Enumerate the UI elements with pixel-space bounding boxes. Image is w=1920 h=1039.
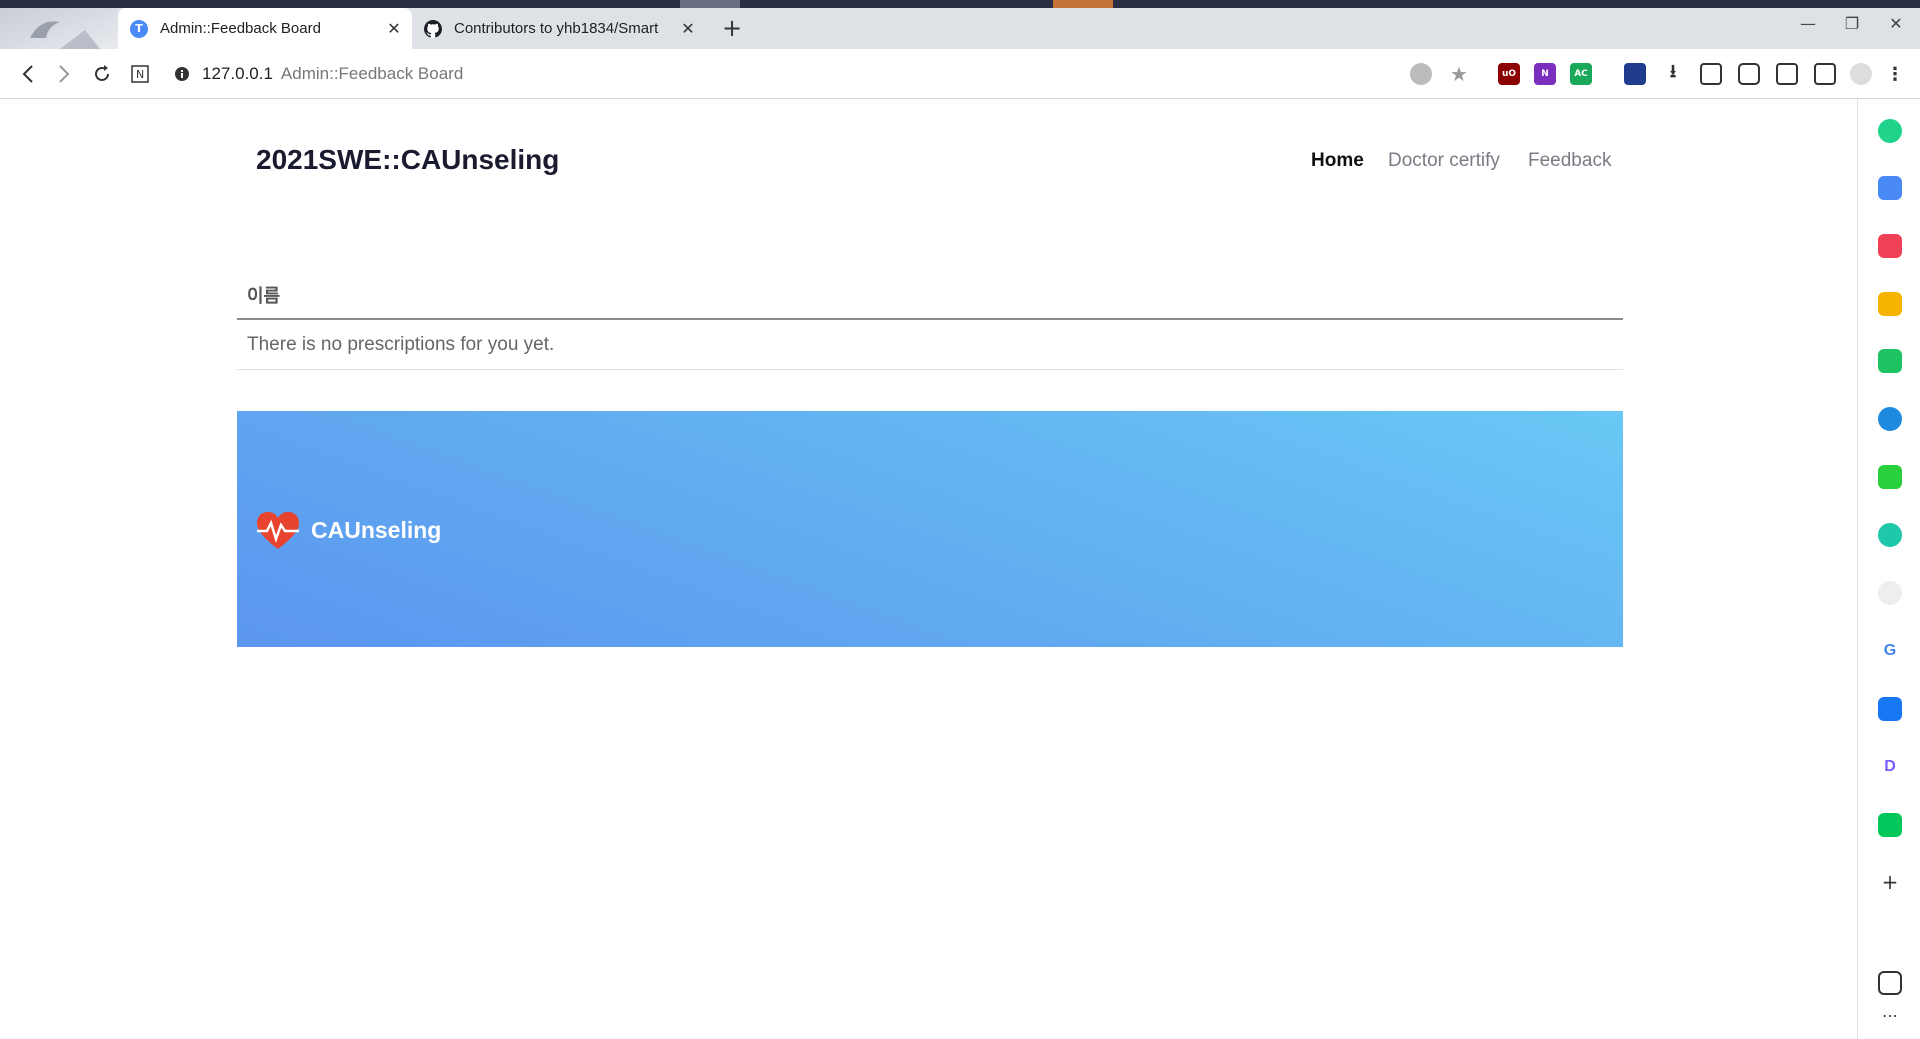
tab-close-icon[interactable]: ✕ xyxy=(382,19,406,38)
tab-bar-decoration xyxy=(0,8,118,49)
sidebar-app-icon[interactable] xyxy=(1878,119,1902,143)
heart-pulse-icon xyxy=(257,512,299,549)
table-empty-row: There is no prescriptions for you yet. xyxy=(237,320,1623,370)
translate-flag-icon[interactable] xyxy=(1624,63,1646,85)
site-brand[interactable]: 2021SWE::CAUnseling xyxy=(256,144,559,176)
reload-icon xyxy=(95,65,109,81)
sidebar-play-icon[interactable] xyxy=(1878,523,1902,547)
reader-icon[interactable] xyxy=(1776,63,1798,85)
browser-toolbar: N 127.0.0.1 Admin::Feedback Board ★ uO N… xyxy=(0,49,1920,99)
tab-close-icon[interactable]: ✕ xyxy=(676,19,700,38)
address-host: 127.0.0.1 xyxy=(202,64,273,83)
sidebar-panel-toggle-icon[interactable] xyxy=(1878,971,1902,995)
svg-text:N: N xyxy=(136,68,144,81)
new-tab-button[interactable]: + xyxy=(718,14,746,42)
tab-admin-feedback[interactable]: T Admin::Feedback Board ✕ xyxy=(118,8,412,49)
download-icon[interactable]: ⭳ xyxy=(1662,61,1684,85)
sidebar-line-icon[interactable] xyxy=(1878,465,1902,489)
onenote-icon[interactable]: N xyxy=(1534,63,1556,85)
forward-button[interactable] xyxy=(50,60,78,88)
bookmark-star-icon[interactable]: ★ xyxy=(1448,62,1470,86)
camera-icon[interactable] xyxy=(1738,63,1760,85)
nav-feedback[interactable]: Feedback xyxy=(1528,150,1611,172)
split-view-icon[interactable] xyxy=(1814,63,1836,85)
profile-avatar[interactable] xyxy=(1850,63,1872,85)
browser-sidebar: G D + ⋯ xyxy=(1857,99,1920,1039)
tab-favicon: T xyxy=(130,19,148,38)
back-icon xyxy=(22,65,33,83)
back-button[interactable] xyxy=(14,60,42,88)
address-bar[interactable]: 127.0.0.1 Admin::Feedback Board xyxy=(174,60,463,88)
shield-icon[interactable] xyxy=(1410,63,1432,85)
address-page-title: Admin::Feedback Board xyxy=(280,64,464,83)
info-icon xyxy=(175,67,189,81)
column-header-name: 이름 xyxy=(247,286,281,307)
tab-title: Contributors to yhb1834/Smart xyxy=(454,20,659,37)
github-icon xyxy=(424,19,442,38)
notion-icon[interactable]: N xyxy=(126,60,154,88)
nav-home[interactable]: Home xyxy=(1311,150,1364,172)
reload-button[interactable] xyxy=(88,60,116,88)
sidebar-bell-icon[interactable] xyxy=(1878,349,1902,373)
os-strip-accent xyxy=(680,0,740,8)
os-strip-accent xyxy=(1053,0,1113,8)
banner-brand-name: CAUnseling xyxy=(311,517,442,543)
page-content: 2021SWE::CAUnseling Home Doctor certify … xyxy=(0,100,1857,1039)
empty-message: There is no prescriptions for you yet. xyxy=(247,334,555,355)
sidebar-pocket-icon[interactable] xyxy=(1878,234,1902,258)
forward-icon xyxy=(59,65,70,83)
ac-extension-icon[interactable]: AC xyxy=(1570,63,1592,85)
os-top-strip xyxy=(0,0,1920,8)
sidebar-d-icon[interactable]: D xyxy=(1878,755,1902,779)
video-icon[interactable] xyxy=(1700,63,1722,85)
minimize-button[interactable]: — xyxy=(1788,8,1828,40)
ublock-icon[interactable]: uO xyxy=(1498,63,1520,85)
sidebar-naver-icon[interactable] xyxy=(1878,813,1902,837)
tab-contributors[interactable]: Contributors to yhb1834/Smart ✕ xyxy=(412,8,706,49)
restore-button[interactable]: ❐ xyxy=(1832,8,1872,40)
tab-title: Admin::Feedback Board xyxy=(160,20,321,37)
sidebar-google-icon[interactable]: G xyxy=(1878,639,1902,663)
sidebar-face-icon[interactable] xyxy=(1878,581,1902,605)
footer-banner: CAUnseling xyxy=(237,411,1623,647)
window-close-button[interactable]: ✕ xyxy=(1876,8,1916,40)
sidebar-facebook-icon[interactable] xyxy=(1878,697,1902,721)
table-header: 이름 xyxy=(237,270,1623,320)
bird-decoration-icon xyxy=(30,21,100,49)
sidebar-more-icon[interactable]: ⋯ xyxy=(1878,1007,1902,1031)
sidebar-add-icon[interactable]: + xyxy=(1878,870,1902,894)
browser-tab-bar: T Admin::Feedback Board ✕ Contributors t… xyxy=(0,8,1920,49)
sidebar-star-icon[interactable] xyxy=(1878,292,1902,316)
nav-doctor-certify[interactable]: Doctor certify xyxy=(1388,150,1500,172)
sidebar-toolbox-icon[interactable] xyxy=(1878,176,1902,200)
menu-dots-icon[interactable]: ⋮ xyxy=(1884,63,1906,85)
sidebar-edge-icon[interactable] xyxy=(1878,407,1902,431)
